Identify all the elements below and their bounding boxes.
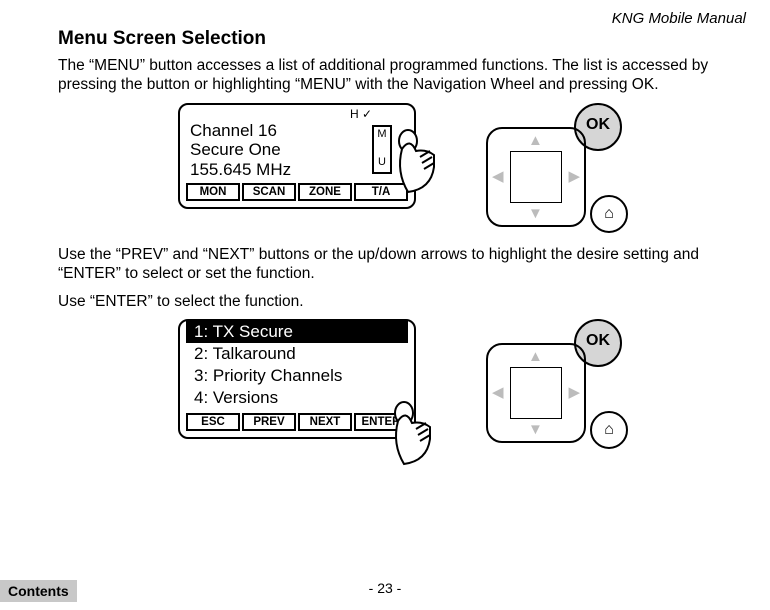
- menu-item-talkaround[interactable]: 2: Talkaround: [186, 343, 408, 365]
- nav-wheel-group-1: OK ▲ ▼ ◀ ▶ ⌂: [486, 103, 646, 233]
- paragraph-3: Use “ENTER” to select the function.: [58, 292, 722, 311]
- menu-item-tx-secure[interactable]: 1: TX Secure: [186, 321, 408, 343]
- contents-link[interactable]: Contents: [0, 580, 77, 602]
- softkey-row-2: ESC PREV NEXT ENTER: [186, 413, 408, 431]
- finger-press-icon: [386, 127, 436, 197]
- arrow-left-icon: ◀: [492, 169, 504, 184]
- navigation-wheel[interactable]: ▲ ▼ ◀ ▶: [486, 127, 586, 227]
- softkey-scan[interactable]: SCAN: [242, 183, 296, 201]
- arrow-right-icon: ▶: [568, 385, 580, 400]
- wheel-center: [510, 367, 562, 419]
- manual-title: KNG Mobile Manual: [612, 10, 746, 27]
- page-content: Menu Screen Selection The “MENU” button …: [0, 0, 770, 449]
- nav-wheel-group-2: OK ▲ ▼ ◀ ▶ ⌂: [486, 319, 646, 449]
- arrow-left-icon: ◀: [492, 385, 504, 400]
- softkey-prev[interactable]: PREV: [242, 413, 296, 431]
- radio-display-2: 1: TX Secure 2: Talkaround 3: Priority C…: [178, 319, 416, 439]
- softkey-row-1: MON SCAN ZONE T/A: [186, 183, 408, 201]
- menu-item-versions[interactable]: 4: Versions: [186, 387, 408, 409]
- softkey-esc[interactable]: ESC: [186, 413, 240, 431]
- section-heading: Menu Screen Selection: [58, 28, 722, 50]
- menu-item-priority[interactable]: 3: Priority Channels: [186, 365, 408, 387]
- figure-1-row: H ✓ Channel 16 Secure One 155.645 MHz M …: [178, 103, 722, 233]
- arrow-up-icon: ▲: [528, 349, 543, 364]
- arrow-up-icon: ▲: [528, 133, 543, 148]
- arrow-right-icon: ▶: [568, 169, 580, 184]
- arrow-down-icon: ▼: [528, 206, 543, 221]
- radio-display-1: H ✓ Channel 16 Secure One 155.645 MHz M …: [178, 103, 416, 210]
- softkey-zone[interactable]: ZONE: [298, 183, 352, 201]
- finger-press-icon: [382, 399, 432, 469]
- figure-2-row: 1: TX Secure 2: Talkaround 3: Priority C…: [178, 319, 722, 449]
- paragraph-2: Use the “PREV” and “NEXT” buttons or the…: [58, 245, 722, 284]
- arrow-down-icon: ▼: [528, 422, 543, 437]
- home-icon: ⌂: [604, 421, 614, 439]
- wheel-center: [510, 151, 562, 203]
- home-button[interactable]: ⌂: [590, 195, 628, 233]
- page-number: - 23 -: [0, 580, 770, 596]
- navigation-wheel[interactable]: ▲ ▼ ◀ ▶: [486, 343, 586, 443]
- status-indicator: H ✓: [186, 107, 408, 121]
- paragraph-1: The “MENU” button accesses a list of add…: [58, 56, 722, 95]
- home-icon: ⌂: [604, 205, 614, 223]
- softkey-next[interactable]: NEXT: [298, 413, 352, 431]
- softkey-mon[interactable]: MON: [186, 183, 240, 201]
- home-button[interactable]: ⌂: [590, 411, 628, 449]
- menu-list: 1: TX Secure 2: Talkaround 3: Priority C…: [186, 321, 408, 409]
